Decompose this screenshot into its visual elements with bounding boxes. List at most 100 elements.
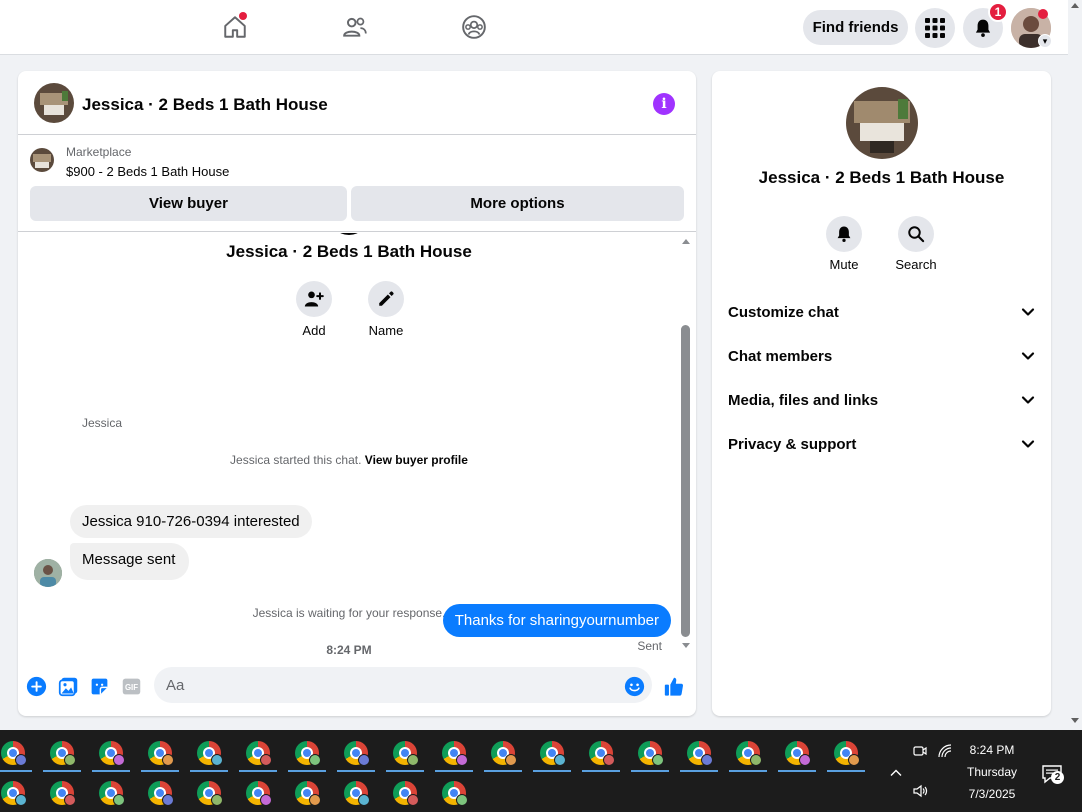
scroll-up-arrow-icon[interactable] <box>682 239 690 244</box>
like-button[interactable] <box>663 675 685 697</box>
photo-icon <box>58 677 77 696</box>
media-files-links-section[interactable]: Media, files and links <box>728 385 1035 415</box>
active-window-indicator <box>484 770 522 772</box>
chevron-down-icon[interactable]: ▾ <box>1038 34 1052 48</box>
clock-day[interactable]: Thursday <box>957 765 1027 779</box>
sender-avatar[interactable] <box>34 559 62 587</box>
page-scrollbar[interactable] <box>1068 0 1082 730</box>
customize-chat-section[interactable]: Customize chat <box>728 297 1035 327</box>
active-window-indicator <box>582 770 620 772</box>
taskbar-browser-window[interactable] <box>287 774 327 812</box>
thumbs-up-icon <box>664 677 684 696</box>
taskbar-browser-window[interactable] <box>434 734 474 772</box>
show-hidden-icons-button[interactable] <box>886 763 906 783</box>
taskbar-browser-window[interactable] <box>91 734 131 772</box>
home-nav-button[interactable] <box>215 10 255 44</box>
taskbar-browser-window[interactable] <box>42 774 82 812</box>
message-composer: GIF <box>18 658 696 716</box>
view-buyer-profile-link[interactable]: View buyer profile <box>365 453 468 467</box>
sent-status: Sent <box>637 639 662 653</box>
browser-profile-badge-icon <box>799 754 811 766</box>
emoji-button[interactable] <box>623 675 645 697</box>
browser-profile-badge-icon <box>15 794 27 806</box>
friends-icon <box>343 17 367 37</box>
scroll-down-arrow-icon[interactable] <box>682 643 690 648</box>
taskbar-browser-window[interactable] <box>581 734 621 772</box>
taskbar-browser-window[interactable] <box>336 774 376 812</box>
scroll-thumb[interactable] <box>681 325 690 637</box>
groups-nav-button[interactable] <box>454 10 494 44</box>
taskbar-browser-window[interactable] <box>679 734 719 772</box>
attach-photo-button[interactable] <box>57 675 79 697</box>
taskbar-browser-window[interactable] <box>826 734 866 772</box>
chat-started-text: Jessica started this chat. <box>230 453 362 467</box>
taskbar-browser-window[interactable] <box>385 774 425 812</box>
taskbar-browser-window[interactable] <box>434 774 474 812</box>
menu-button[interactable] <box>915 8 955 48</box>
active-window-indicator <box>141 770 179 772</box>
taskbar-browser-window[interactable] <box>0 734 33 772</box>
gif-button[interactable]: GIF <box>120 675 142 697</box>
view-buyer-button[interactable]: View buyer <box>30 186 347 221</box>
meet-now-button[interactable] <box>911 742 929 760</box>
add-person-button[interactable] <box>296 281 332 317</box>
browser-profile-badge-icon <box>211 754 223 766</box>
active-window-indicator <box>0 770 32 772</box>
taskbar-browser-window[interactable] <box>728 734 768 772</box>
browser-profile-badge-icon <box>750 754 762 766</box>
taskbar-browser-window[interactable] <box>336 734 376 772</box>
sticker-button[interactable] <box>88 675 110 697</box>
section-label: Chat members <box>728 347 833 365</box>
message-scrollbar[interactable] <box>680 233 692 658</box>
privacy-support-section[interactable]: Privacy & support <box>728 429 1035 459</box>
taskbar-browser-window[interactable] <box>0 774 33 812</box>
taskbar-browser-window[interactable] <box>91 774 131 812</box>
message-timestamp: 8:24 PM <box>326 643 372 657</box>
taskbar-browser-window[interactable] <box>189 734 229 772</box>
taskbar-browser-window[interactable] <box>483 734 523 772</box>
taskbar-browser-window[interactable] <box>140 734 180 772</box>
incoming-message-bubble[interactable]: Jessica 910-726-0394 interested <box>70 505 312 538</box>
outgoing-message-bubble[interactable]: Thanks for sharingyournumber <box>442 604 671 637</box>
action-center-button[interactable]: 2 <box>1038 760 1066 788</box>
details-avatar[interactable] <box>846 87 918 159</box>
listing-title[interactable]: $900 - 2 Beds 1 Bath House <box>66 164 229 179</box>
network-button[interactable] <box>936 742 954 760</box>
listing-thumbnail[interactable] <box>30 148 54 172</box>
chat-avatar[interactable] <box>34 83 74 123</box>
taskbar-browser-window[interactable] <box>630 734 670 772</box>
taskbar-browser-window[interactable] <box>287 734 327 772</box>
mute-button[interactable] <box>826 216 862 252</box>
taskbar-browser-window[interactable] <box>140 774 180 812</box>
taskbar-browser-window[interactable] <box>238 734 278 772</box>
more-options-button[interactable]: More options <box>351 186 684 221</box>
incoming-message-bubble[interactable]: Message sent <box>70 543 190 580</box>
chat-members-section[interactable]: Chat members <box>728 341 1035 371</box>
taskbar-browser-window[interactable] <box>777 734 817 772</box>
search-button[interactable] <box>898 216 934 252</box>
edit-name-button[interactable] <box>368 281 404 317</box>
scroll-down-arrow-icon[interactable] <box>1071 718 1079 723</box>
chevron-down-icon <box>1021 308 1035 316</box>
info-icon[interactable]: i <box>653 93 675 115</box>
clock-date[interactable]: 7/3/2025 <box>957 787 1027 801</box>
taskbar-browser-window[interactable] <box>189 774 229 812</box>
find-friends-button[interactable]: Find friends <box>803 10 908 45</box>
sender-name: Jessica <box>82 416 123 430</box>
volume-button[interactable] <box>911 782 929 800</box>
active-window-indicator <box>43 770 81 772</box>
chat-title[interactable]: Jessica · 2 Beds 1 Bath House <box>82 95 328 115</box>
active-window-indicator <box>239 770 277 772</box>
friends-nav-button[interactable] <box>335 10 375 44</box>
message-input[interactable] <box>154 667 652 703</box>
scroll-up-arrow-icon[interactable] <box>1071 3 1079 8</box>
speaker-icon <box>913 784 928 798</box>
taskbar-browser-window[interactable] <box>238 774 278 812</box>
taskbar-browser-window[interactable] <box>42 734 82 772</box>
clock-time[interactable]: 8:24 PM <box>957 743 1027 757</box>
browser-profile-badge-icon <box>211 794 223 806</box>
taskbar-browser-window[interactable] <box>385 734 425 772</box>
taskbar-browser-window[interactable] <box>532 734 572 772</box>
active-window-indicator <box>190 770 228 772</box>
more-actions-button[interactable] <box>25 675 47 697</box>
